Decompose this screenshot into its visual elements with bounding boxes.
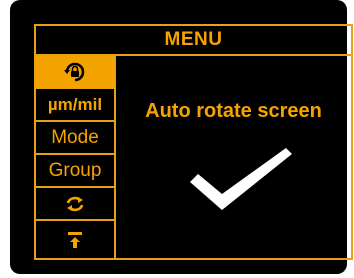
sidebar-item-upload[interactable] — [36, 221, 114, 258]
sidebar-item-group[interactable]: Group — [36, 155, 114, 188]
menu-header: MENU — [36, 26, 351, 56]
sidebar-item-mode[interactable]: Mode — [36, 122, 114, 155]
sidebar-item-label: Mode — [51, 127, 99, 148]
menu-title: MENU — [164, 29, 223, 50]
device-frame: MENU µm/mil Mode Group Auto rotate scree… — [10, 0, 353, 274]
sidebar-item-sync[interactable] — [36, 188, 114, 221]
sidebar-item-unit[interactable]: µm/mil — [36, 89, 114, 122]
checkmark-icon[interactable] — [186, 144, 296, 216]
menu-screen: MENU µm/mil Mode Group Auto rotate scree… — [34, 24, 353, 260]
refresh-icon — [66, 196, 84, 211]
menu-sidebar: µm/mil Mode Group — [36, 56, 116, 258]
upload-icon — [68, 231, 82, 248]
sidebar-item-label: µm/mil — [47, 95, 103, 114]
setting-panel: Auto rotate screen — [116, 56, 351, 258]
sidebar-item-label: Group — [48, 160, 102, 181]
sidebar-item-rotate-lock[interactable] — [36, 56, 114, 89]
rotate-lock-icon — [64, 62, 85, 81]
setting-description: Auto rotate screen — [145, 100, 322, 122]
